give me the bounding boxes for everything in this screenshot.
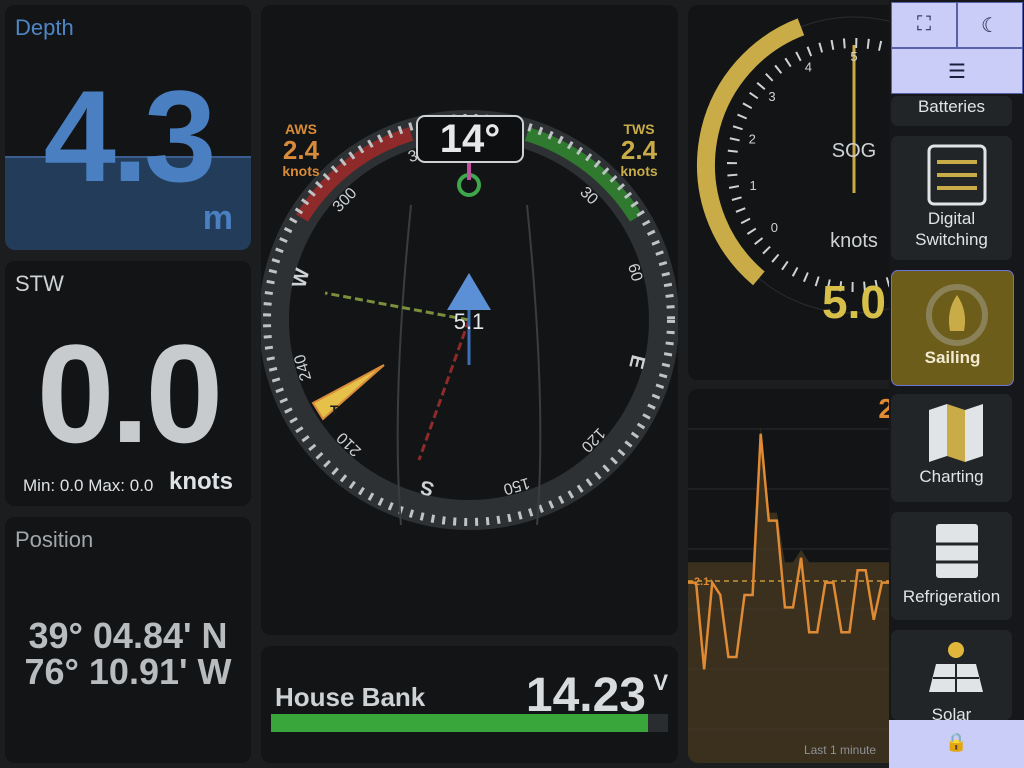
dial-label: S [418,475,436,500]
longitude: 76° 10.91' W [24,651,232,692]
sidebar-item-sailing[interactable]: Sailing [891,270,1014,386]
fullscreen-icon: ⛶ [917,13,931,35]
apparent-marker: T [330,402,339,418]
moon-icon: ☾ [981,15,999,37]
stw-value: 0.0 [36,315,224,472]
sliders-icon: ☰ [948,61,966,83]
sidebar-item-solar[interactable]: Solar [891,630,1012,724]
aws-readout: AWS 2.4 knots [273,121,329,179]
tws-value: 2.4 [620,135,658,165]
stw-panel[interactable]: STW 0.0 Min: 0.0 Max: 0.0 knots [5,261,251,506]
sidebar-item-label: Refrigeration [902,587,1001,606]
dial-label: E [624,353,649,371]
battery-panel[interactable]: House Bank 14.23 V [261,646,678,763]
solar-panel-icon [929,642,983,692]
sog-tick-label: 5 [850,49,857,64]
stw-title: STW [15,271,64,296]
sog-tick-label: 2 [749,131,756,146]
sog-tick-label: 4 [805,60,812,75]
current-needle [417,319,471,461]
switch-panel-icon [927,144,987,206]
true-wind-needle [324,291,470,322]
sidebar-item-charting[interactable]: Charting [891,394,1012,502]
battery-bar-fill [271,714,649,732]
sidebar-item-label: Digital Switching [915,209,988,249]
stw-unit: knots [168,468,233,495]
reference-label: 2.1 [694,576,709,588]
heading-readout: 14° [416,115,524,163]
battery-bar [271,714,668,732]
sog-value: 5.0 [822,276,886,328]
sog-arc [697,18,805,286]
sog-unit: knots [830,230,878,252]
position-title: Position [15,527,94,552]
laylines-port [396,204,412,526]
history-plot: 2.1 [688,425,898,763]
sailboat-icon [926,284,988,346]
depth-unit: m [202,199,233,237]
sidebar-item-label: Batteries [917,97,986,116]
depth-panel[interactable]: Depth 4.3 m [5,5,251,250]
battery-voltage-unit: V [653,670,668,695]
aws-unit: knots [282,163,320,179]
history-caption: Last 1 minute [803,743,876,757]
sog-tick-label: 1 [749,178,756,193]
wind-dial: 3060E120150S210240W300330 T 5.1 [261,110,678,530]
lock-icon: 🔒 [945,732,968,752]
wind-panel[interactable]: 3060E120150S210240W300330 T 5.1 AWS 2.4 … [261,5,678,635]
dial-label: 60 [624,262,645,284]
settings-button[interactable]: ☰ [891,48,1023,94]
battery-name: House Bank [275,682,426,712]
aws-value: 2.4 [282,135,320,165]
fullscreen-button[interactable]: ⛶ [891,2,957,48]
lock-button[interactable]: 🔒 [889,720,1024,768]
sog-tick-label: 0 [771,220,778,235]
night-mode-button[interactable]: ☾ [957,2,1023,48]
sidebar-item-label: Charting [919,467,984,486]
fridge-icon [936,524,978,578]
sog-tick-label: 3 [768,89,775,104]
sidebar-item-refrigeration[interactable]: Refrigeration [891,512,1012,620]
sidebar-item-label: Sailing [924,348,981,367]
laylines-starboard [526,204,542,526]
depth-value: 4.3 [43,63,217,209]
tws-unit: knots [620,163,658,179]
sidebar-nav: ⛶ ☾ ☰ Batteries Digital Switching Sailin… [889,0,1024,768]
sidebar-item-batteries[interactable]: Batteries [891,96,1012,126]
tws-readout: TWS 2.4 knots [611,121,667,179]
map-icon [929,404,983,462]
sog-panel[interactable]: 0 1 2 3 4 5 SOG knots 5.0 [688,5,898,380]
boat-arrow-icon [447,273,491,310]
sidebar-item-digital-switching[interactable]: Digital Switching [891,136,1012,260]
depth-history-chart[interactable]: 2.1 2 Last 1 minute [688,389,898,763]
position-panel[interactable]: Position 39° 04.84' N 76° 10.91' W [5,517,251,763]
depth-title: Depth [15,15,74,40]
sog-gauge-rim [705,16,898,314]
sog-label: SOG [832,140,876,162]
apparent-wind-pointer [311,364,385,421]
boat-speed: 5.1 [454,309,485,334]
dial-label: W [288,266,314,290]
stw-min-max: Min: 0.0 Max: 0.0 [23,476,154,495]
